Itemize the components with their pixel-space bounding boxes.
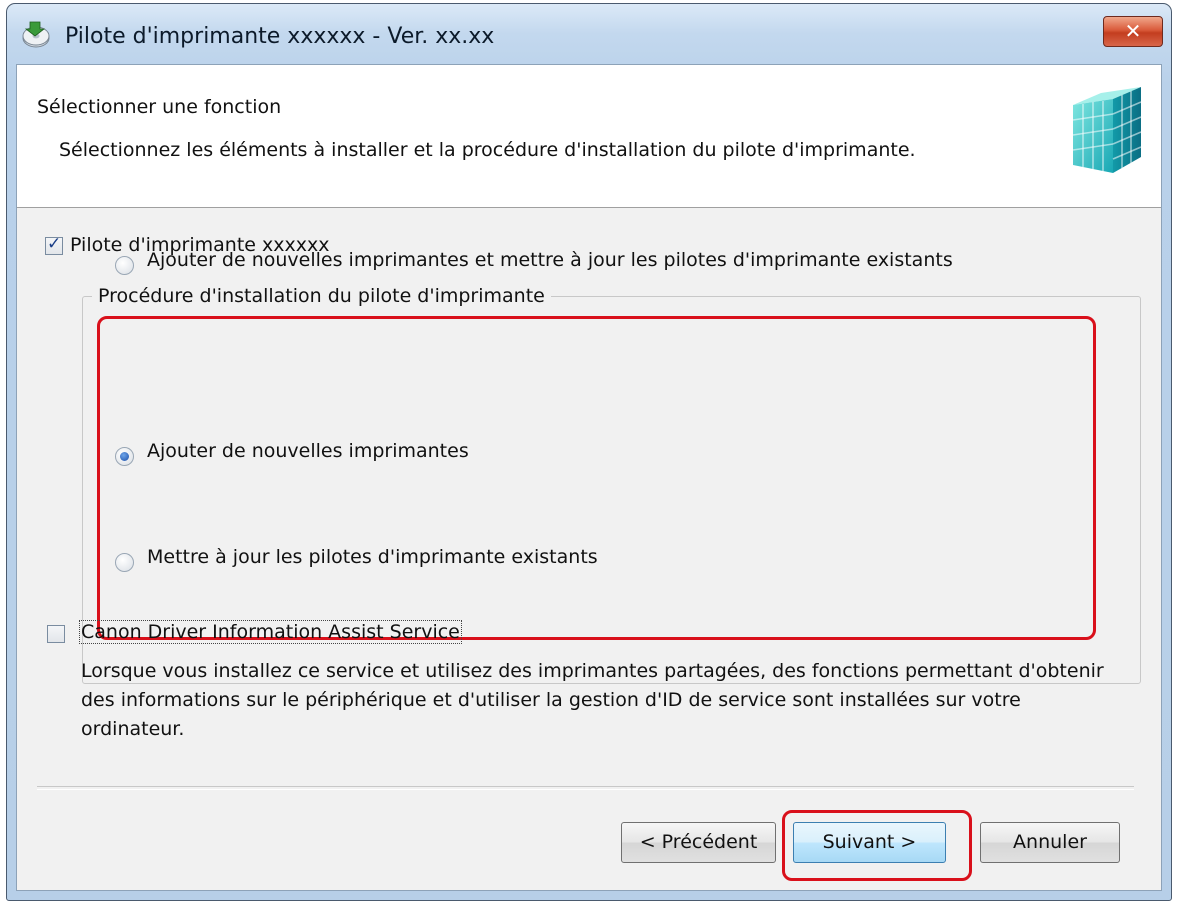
close-icon: ✕ bbox=[1124, 19, 1142, 43]
service-description: Lorsque vous installez ce service et uti… bbox=[81, 660, 1104, 740]
service-checkbox-label[interactable]: Canon Driver Information Assist Service bbox=[79, 620, 462, 644]
cancel-button[interactable]: Annuler bbox=[980, 822, 1120, 863]
procedure-group-legend: Procédure d'installation du pilote d'imp… bbox=[92, 285, 551, 307]
cube-logo-icon bbox=[1072, 87, 1142, 173]
next-button-highlight-frame bbox=[782, 810, 972, 881]
radio-selected-dot bbox=[120, 452, 129, 461]
service-checkbox[interactable] bbox=[47, 625, 65, 643]
installer-app-icon bbox=[22, 21, 50, 48]
radio-update-existing[interactable] bbox=[115, 553, 134, 572]
radio-label-update-existing[interactable]: Mettre à jour les pilotes d'imprimante e… bbox=[147, 546, 598, 568]
window-title: Pilote d'imprimante xxxxxx - Ver. xx.xx bbox=[65, 24, 495, 49]
radio-add-new[interactable] bbox=[115, 447, 134, 466]
highlight-frame bbox=[97, 316, 1096, 640]
back-button[interactable]: < Précédent bbox=[621, 822, 776, 863]
dialog-client-area: Sélectionner une fonction Sélectionnez l… bbox=[16, 64, 1162, 891]
page-description: Sélectionnez les éléments à installer et… bbox=[59, 139, 916, 161]
radio-label-add-and-update[interactable]: Ajouter de nouvelles imprimantes et mett… bbox=[147, 249, 953, 271]
radio-add-and-update[interactable] bbox=[115, 256, 134, 275]
driver-checkbox[interactable]: ✓ bbox=[45, 234, 63, 255]
footer-divider bbox=[37, 786, 1134, 790]
header-panel: Sélectionner une fonction Sélectionnez l… bbox=[17, 65, 1161, 208]
page-title: Sélectionner une fonction bbox=[37, 96, 282, 118]
close-button[interactable]: ✕ bbox=[1103, 16, 1163, 47]
installer-window: Pilote d'imprimante xxxxxx - Ver. xx.xx … bbox=[6, 3, 1172, 901]
checkmark-icon: ✓ bbox=[47, 234, 62, 254]
radio-label-add-new[interactable]: Ajouter de nouvelles imprimantes bbox=[147, 440, 469, 462]
title-bar[interactable]: Pilote d'imprimante xxxxxx - Ver. xx.xx … bbox=[7, 4, 1171, 64]
